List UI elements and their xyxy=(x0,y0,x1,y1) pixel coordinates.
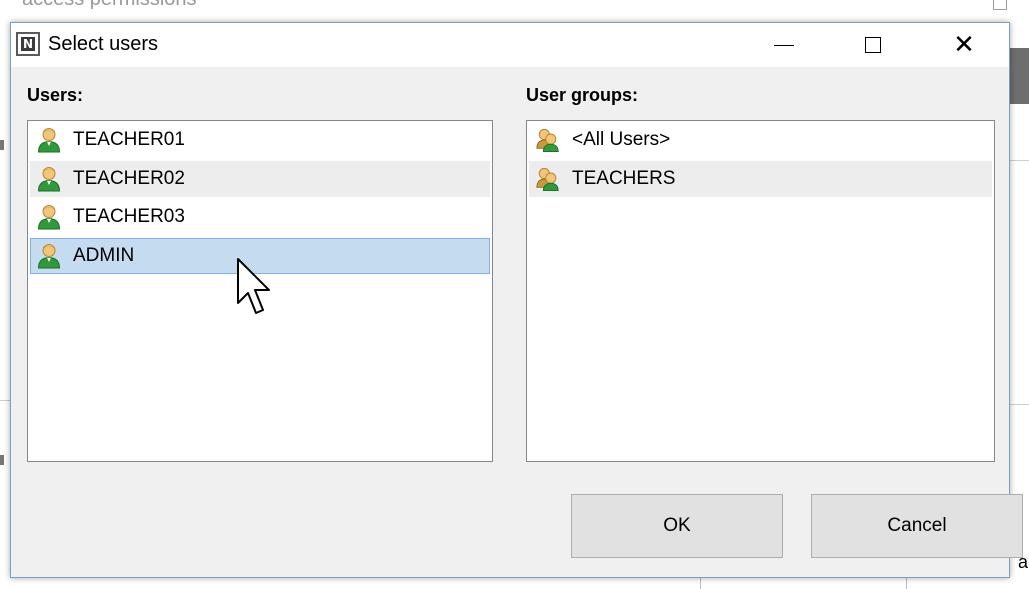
user-icon xyxy=(37,243,61,269)
user-groups-list[interactable]: <All Users> TEACHERS xyxy=(526,120,995,462)
list-item-user[interactable]: TEACHER01 xyxy=(30,122,490,158)
user-group-icon xyxy=(536,127,560,153)
background-window-title-strip: access permissions xyxy=(0,0,1029,10)
background-divider xyxy=(1010,404,1029,405)
mouse-cursor-icon xyxy=(237,258,270,314)
background-checkbox xyxy=(993,0,1007,10)
list-item-user[interactable]: TEACHER03 xyxy=(30,199,490,235)
select-users-dialog: N Select users ✕ Users: User groups: TEA… xyxy=(10,22,1023,578)
background-edge-mark xyxy=(0,140,4,150)
user-icon xyxy=(37,204,61,230)
minimize-button[interactable] xyxy=(753,23,815,67)
background-divider xyxy=(0,400,10,401)
background-window-title: access permissions xyxy=(22,0,197,10)
users-label: Users: xyxy=(27,85,84,105)
user-group-icon xyxy=(536,166,560,192)
user-icon xyxy=(37,166,61,192)
group-name: <All Users> xyxy=(572,129,671,150)
background-divider xyxy=(1010,160,1029,161)
maximize-button[interactable] xyxy=(842,23,904,67)
user-name: TEACHER01 xyxy=(73,129,185,150)
close-button[interactable]: ✕ xyxy=(933,23,995,67)
minimize-icon xyxy=(774,44,794,46)
maximize-icon xyxy=(865,37,881,53)
user-groups-label: User groups: xyxy=(526,85,639,105)
background-table-cell xyxy=(700,578,907,589)
user-name: TEACHER02 xyxy=(73,168,185,189)
title-bar[interactable]: N Select users ✕ xyxy=(11,23,1009,67)
background-edge-mark xyxy=(0,455,4,465)
cancel-button[interactable]: Cancel xyxy=(811,494,1023,558)
user-name: TEACHER03 xyxy=(73,206,185,227)
group-name: TEACHERS xyxy=(572,168,676,189)
ok-button[interactable]: OK xyxy=(571,494,783,558)
app-icon: N xyxy=(16,32,40,56)
list-item-user[interactable]: TEACHER02 xyxy=(30,161,490,197)
close-icon: ✕ xyxy=(953,30,975,60)
background-panel-fragment xyxy=(1010,48,1029,104)
list-item-group[interactable]: <All Users> xyxy=(529,122,992,158)
user-name: ADMIN xyxy=(73,245,135,266)
list-item-group[interactable]: TEACHERS xyxy=(529,161,992,197)
app-icon-letter: N xyxy=(21,37,35,51)
user-icon xyxy=(37,127,61,153)
dialog-title: Select users xyxy=(48,33,159,55)
